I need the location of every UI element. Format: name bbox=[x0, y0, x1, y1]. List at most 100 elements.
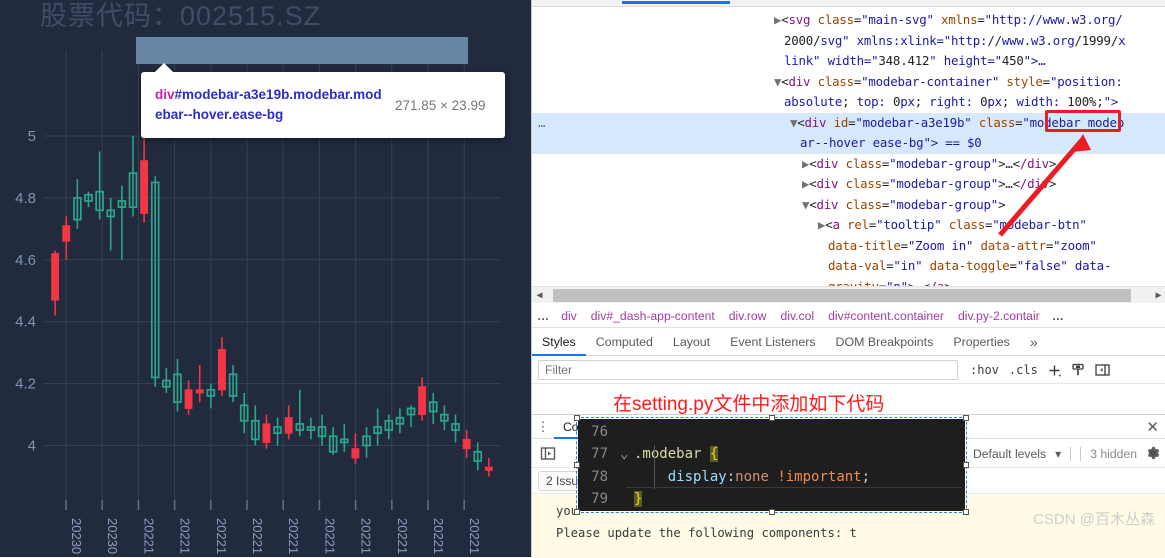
console-toolbar-right[interactable]: Default levels ▾ 3 hidden bbox=[973, 440, 1160, 468]
computed-styles-sidebar-icon[interactable] bbox=[1071, 363, 1085, 377]
code-line-number: 76 bbox=[591, 424, 608, 440]
styles-tab-dom-breakpoints[interactable]: DOM Breakpoints bbox=[826, 329, 944, 356]
red-annotation-text: 在setting.py文件中添加如下代码 bbox=[613, 394, 885, 415]
scroll-left-icon[interactable]: ◀ bbox=[532, 290, 547, 301]
code-fold-arrow[interactable] bbox=[620, 466, 634, 488]
code-snippet-overlay: 76 77 ⌄ .modebar { 78 display:none !importa… bbox=[578, 419, 965, 511]
dom-tree-line[interactable]: link" width="348.412" height="450">… bbox=[784, 51, 1046, 72]
svg-text:4: 4 bbox=[28, 438, 36, 455]
code-indent-guide bbox=[654, 445, 655, 489]
styles-tab-properties[interactable]: Properties bbox=[943, 329, 1019, 356]
dom-tree-line[interactable]: ▶<svg class="main-svg" xmlns="http://www… bbox=[774, 10, 1123, 31]
tooltip-size-text: 271.85 × 23.99 bbox=[395, 97, 486, 113]
svg-text:4.8: 4.8 bbox=[15, 190, 36, 207]
console-level-dropdown[interactable]: Default levels bbox=[973, 447, 1046, 461]
new-style-rule-icon[interactable] bbox=[1048, 364, 1061, 377]
csdn-watermark: CSDN @百木丛森 bbox=[1033, 511, 1155, 528]
dom-tree-line[interactable]: ▼<div id="modebar-a3e19b" class="modebar… bbox=[790, 113, 1124, 134]
breadcrumb-item[interactable]: div bbox=[554, 309, 584, 323]
breadcrumb-item[interactable]: div#_dash-app-content bbox=[584, 309, 722, 323]
svg-text:20221: 20221 bbox=[141, 518, 156, 554]
dom-tree-horizontal-scrollbar[interactable]: ◀ ▶ bbox=[532, 286, 1165, 303]
dom-tree-line[interactable]: data-val="in" data-toggle="false" data- bbox=[828, 256, 1111, 277]
tooltip-pointer-icon bbox=[154, 63, 174, 73]
svg-text:20221: 20221 bbox=[286, 518, 301, 554]
styles-filter-tools[interactable]: :hov .cls bbox=[970, 363, 1110, 377]
code-text: .modebar { bbox=[634, 446, 719, 463]
svg-text:20221: 20221 bbox=[322, 518, 337, 554]
breadcrumb-item[interactable]: div.row bbox=[722, 309, 774, 323]
styles-tab-layout[interactable]: Layout bbox=[663, 329, 720, 356]
styles-filter-row[interactable]: :hov .cls bbox=[532, 357, 1165, 384]
svg-text:20221: 20221 bbox=[359, 518, 374, 554]
breadcrumb-item[interactable]: div#content.container bbox=[821, 309, 951, 323]
drawer-more-icon[interactable]: ⋮ bbox=[532, 419, 554, 435]
tooltip-selector-rest: #modebar-a3e19b.modebar.modebar--hover.e… bbox=[155, 87, 382, 122]
code-line-number: 78 bbox=[591, 468, 608, 485]
console-line-1: you bbox=[556, 504, 579, 518]
element-inspector-tooltip: div#modebar-a3e19b.modebar.modebar--hove… bbox=[141, 63, 505, 138]
dom-tree-line[interactable]: absolute; top: 0px; right: 0px; width: 1… bbox=[784, 92, 1118, 113]
dom-tree-line[interactable]: ▼<div class="modebar-group"> bbox=[802, 195, 1006, 216]
code-current-line-underline bbox=[626, 487, 962, 488]
svg-text:20221: 20221 bbox=[431, 518, 446, 554]
screenshot-root: 股票代码：002515.SZ 4 4.2 4.4 4.6 4.8 5 20230 20230 2… bbox=[0, 0, 1165, 558]
svg-text:20221: 20221 bbox=[214, 518, 229, 554]
code-text: } bbox=[634, 491, 643, 508]
dom-tree-line[interactable]: ▶<a rel="tooltip" class="modebar-btn" bbox=[818, 215, 1087, 236]
breadcrumb-item[interactable]: div.py-2.contair bbox=[951, 309, 1047, 323]
dom-breadcrumb[interactable]: … div div#_dash-app-content div.row div.col d… bbox=[532, 304, 1165, 328]
toggle-sidebar-icon[interactable] bbox=[1095, 363, 1110, 377]
console-sidebar-icon[interactable] bbox=[540, 446, 556, 461]
dom-tree-line[interactable]: ar--hover ease-bg"> == $0 bbox=[800, 133, 982, 154]
svg-text:20221: 20221 bbox=[178, 518, 193, 554]
dom-gutter-ellipsis: … bbox=[538, 114, 546, 130]
cls-toggle[interactable]: .cls bbox=[1009, 363, 1038, 377]
chevron-down-icon[interactable]: ▾ bbox=[1055, 447, 1061, 461]
breadcrumb-item[interactable]: div.col bbox=[773, 309, 821, 323]
code-text: display:none !important; bbox=[634, 468, 871, 485]
code-line-number: 79 bbox=[591, 491, 608, 508]
toolbar-divider bbox=[1070, 447, 1072, 461]
dom-tree-view[interactable]: … ▶<svg class="main-svg" xmlns="http://ww… bbox=[532, 8, 1165, 290]
dom-tree-line[interactable]: ▶<div class="modebar-group">…</div> bbox=[802, 174, 1056, 195]
active-tab-underline bbox=[622, 1, 730, 4]
scrollbar-track[interactable] bbox=[547, 288, 1151, 302]
dom-tree-line[interactable]: 2000/svg" xmlns:xlink="http://www.w3.org… bbox=[784, 31, 1126, 52]
scroll-right-icon[interactable]: ▶ bbox=[1151, 290, 1165, 301]
breadcrumb-overflow[interactable]: … bbox=[1047, 309, 1069, 323]
svg-text:20221: 20221 bbox=[467, 518, 482, 554]
styles-tab-bar[interactable]: Styles Computed Layout Event Listeners DOM B… bbox=[532, 329, 1165, 356]
code-snippet-lines: 76 77 ⌄ .modebar { 78 display:none !importa… bbox=[578, 419, 965, 511]
code-fold-arrow[interactable] bbox=[620, 421, 634, 443]
svg-text:20230: 20230 bbox=[69, 518, 84, 554]
svg-text:4.2: 4.2 bbox=[15, 376, 36, 393]
code-fold-arrow[interactable]: ⌄ bbox=[620, 443, 634, 465]
styles-filter-input[interactable] bbox=[538, 360, 958, 380]
styles-tab-event-listeners[interactable]: Event Listeners bbox=[720, 329, 825, 356]
styles-tabs-overflow-icon[interactable]: » bbox=[1020, 329, 1048, 356]
code-line: 79 } bbox=[578, 488, 965, 510]
styles-tab-computed[interactable]: Computed bbox=[586, 329, 663, 356]
hov-toggle[interactable]: :hov bbox=[970, 363, 999, 377]
svg-text:20221: 20221 bbox=[395, 518, 410, 554]
code-line: 76 bbox=[578, 421, 965, 443]
dom-tree-line[interactable]: ▶<div class="modebar-group">…</div> bbox=[802, 154, 1056, 175]
scrollbar-thumb[interactable] bbox=[553, 288, 1131, 302]
breadcrumb-overflow[interactable]: … bbox=[532, 309, 554, 323]
code-line: 78 display:none !important; bbox=[578, 466, 965, 488]
close-icon[interactable]: ✕ bbox=[1146, 418, 1159, 436]
svg-text:4.6: 4.6 bbox=[15, 252, 36, 269]
dom-tree-line[interactable]: ▼<div class="modebar-container" style="p… bbox=[774, 72, 1123, 93]
tooltip-tag-name: div bbox=[155, 87, 175, 103]
dom-tree-line[interactable]: data-title="Zoom in" data-attr="zoom" bbox=[828, 236, 1097, 257]
devtools-tabstrip[interactable] bbox=[532, 0, 1165, 7]
svg-text:4.4: 4.4 bbox=[15, 314, 36, 331]
svg-text:20230: 20230 bbox=[105, 518, 120, 554]
code-line-number: 77 bbox=[591, 446, 608, 463]
tooltip-selector-text: div#modebar-a3e19b.modebar.modebar--hove… bbox=[155, 85, 387, 124]
gear-icon[interactable] bbox=[1146, 446, 1160, 463]
code-fold-arrow[interactable] bbox=[620, 488, 634, 510]
styles-tab-styles[interactable]: Styles bbox=[532, 329, 586, 356]
console-hidden-count: 3 hidden bbox=[1090, 447, 1137, 461]
